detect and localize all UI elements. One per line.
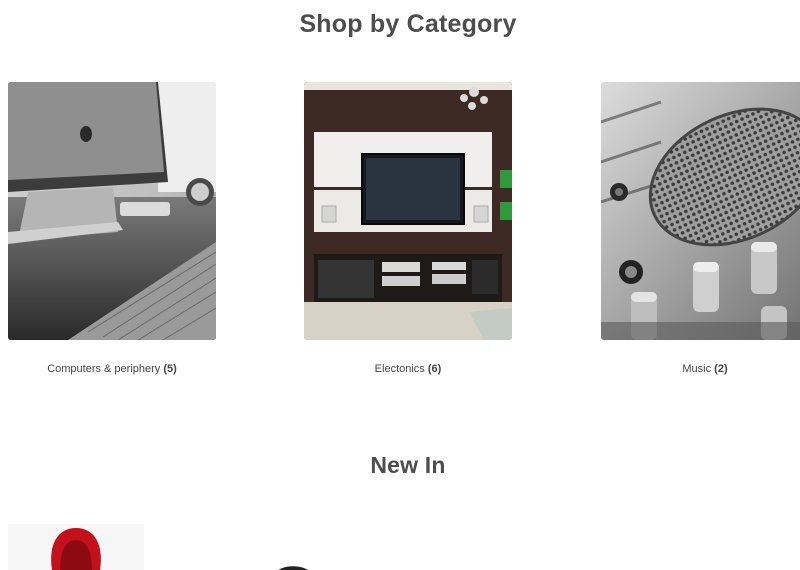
red-hoodie-image[interactable]	[8, 524, 144, 570]
new-in-item-hoodie[interactable]	[8, 524, 144, 570]
category-count-computers: (5)	[163, 363, 177, 375]
tv-living-room-image[interactable]	[304, 82, 512, 340]
category-card-music[interactable]: Music (2)	[601, 82, 800, 375]
category-card-computers[interactable]: Computers & periphery (5)	[8, 82, 216, 375]
shop-by-category-title: Shop by Category	[299, 10, 517, 38]
category-caption-computers[interactable]: Computers & periphery (5)	[0, 363, 256, 375]
category-caption-electronics[interactable]: Electonics (6)	[264, 363, 552, 375]
category-name-computers[interactable]: Computers & periphery	[47, 363, 160, 375]
page: Shop by Category Computers & periphery (…	[0, 0, 800, 570]
new-in-item-headphones[interactable]	[272, 560, 316, 570]
microphone-mixer-image[interactable]	[601, 82, 800, 340]
computer-desk-image[interactable]	[8, 82, 216, 340]
category-caption-music[interactable]: Music (2)	[561, 363, 800, 375]
category-name-electronics[interactable]: Electonics	[375, 363, 425, 375]
category-count-music: (2)	[714, 363, 728, 375]
category-card-electronics[interactable]: Electonics (6)	[304, 82, 512, 375]
category-name-music[interactable]: Music	[682, 363, 711, 375]
new-in-title: New In	[370, 452, 446, 478]
category-count-electronics: (6)	[427, 363, 442, 375]
headphones-image[interactable]	[272, 563, 316, 570]
